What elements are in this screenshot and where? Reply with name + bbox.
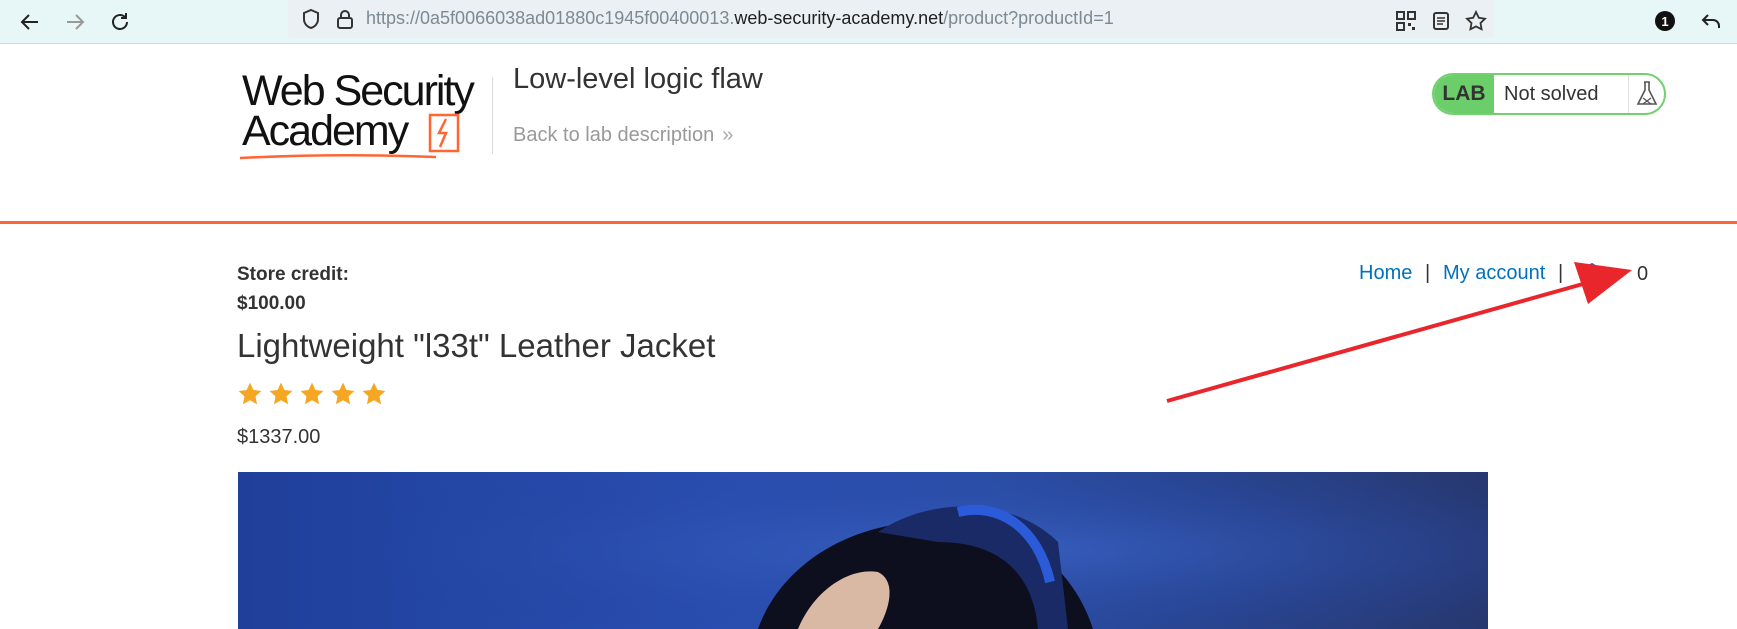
star-icon xyxy=(362,382,386,405)
forward-arrow-icon[interactable] xyxy=(59,6,91,38)
logo-line2: Academy xyxy=(242,107,409,155)
header-divider xyxy=(492,77,493,154)
my-account-link-label[interactable]: My account xyxy=(1443,262,1545,284)
product-title: Lightweight "l33t" Leather Jacket xyxy=(237,327,716,364)
back-to-lab-description-link[interactable]: Back to lab description » xyxy=(513,124,733,147)
cart-count: 0 xyxy=(1637,263,1649,285)
cart-icon[interactable] xyxy=(1575,262,1609,293)
lab-status-widget: LAB Not solved xyxy=(1432,73,1666,115)
web-security-academy-logo[interactable]: Web Security Academy xyxy=(238,66,490,162)
flask-icon[interactable] xyxy=(1629,75,1664,113)
lightning-icon xyxy=(428,113,460,153)
nav-my-account-link[interactable]: My account xyxy=(1443,262,1545,285)
nav-home-link[interactable]: Home xyxy=(1359,262,1412,285)
star-icon xyxy=(269,382,293,405)
undo-arrow-icon[interactable] xyxy=(1698,8,1724,34)
double-chevron-right-icon: » xyxy=(722,124,734,146)
product-image xyxy=(238,472,1488,629)
nav-separator: | xyxy=(1425,262,1431,284)
qr-code-icon[interactable] xyxy=(1393,8,1419,34)
back-arrow-icon[interactable] xyxy=(14,6,46,38)
store-credit-value: $100.00 xyxy=(237,293,306,314)
url-text: https://0a5f0066038ad01880c1945f00400013… xyxy=(366,8,1114,28)
reader-view-icon[interactable] xyxy=(1428,8,1454,34)
product-rating xyxy=(237,381,387,407)
lock-icon[interactable] xyxy=(332,6,358,32)
shield-icon[interactable] xyxy=(298,6,324,32)
lab-title: Low-level logic flaw xyxy=(513,63,763,95)
notification-badge[interactable]: 1 xyxy=(1652,8,1678,34)
logo-underline xyxy=(239,153,437,160)
home-link-label[interactable]: Home xyxy=(1359,262,1412,284)
product-photo-illustration xyxy=(238,472,1488,629)
product-price: $1337.00 xyxy=(237,426,321,448)
header-orange-divider xyxy=(0,221,1737,224)
lab-badge: LAB xyxy=(1434,75,1494,113)
nav-separator: | xyxy=(1558,262,1564,284)
lab-status-text: Not solved xyxy=(1494,75,1629,113)
reload-icon[interactable] xyxy=(104,6,136,38)
browser-toolbar: https://0a5f0066038ad01880c1945f00400013… xyxy=(0,0,1737,44)
star-icon xyxy=(238,382,262,405)
store-credit-label: Store credit: xyxy=(237,264,349,285)
star-icon xyxy=(331,382,355,405)
bookmark-star-icon[interactable] xyxy=(1463,8,1489,34)
back-link-label: Back to lab description xyxy=(513,124,715,146)
star-icon xyxy=(300,382,324,405)
